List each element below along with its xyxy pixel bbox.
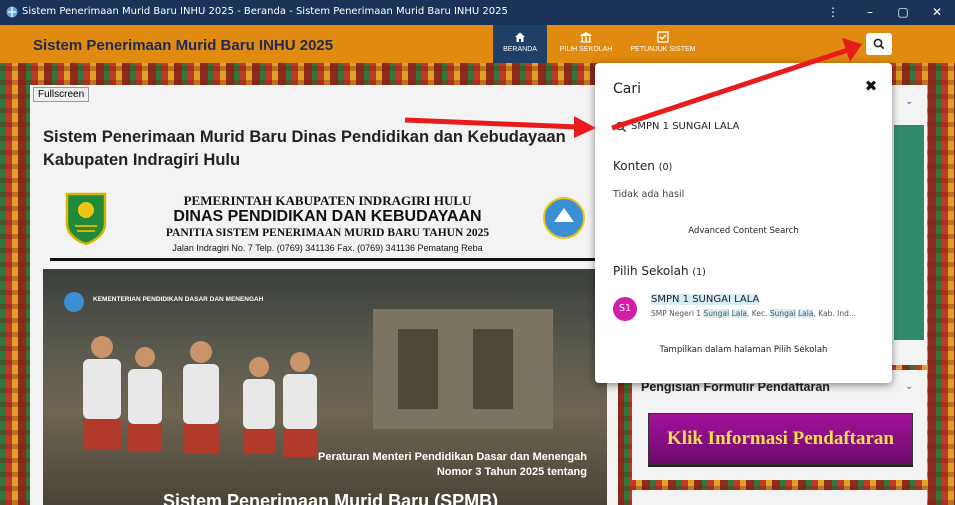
letterhead-line3: PANITIA SISTEM PENERIMAAN MURID BARU TAH… xyxy=(165,227,490,239)
pilih-sekolah-count: (1) xyxy=(692,267,706,278)
search-popup: Cari ✖ Konten (0) Tidak ada hasil Advanc… xyxy=(595,63,892,383)
chevron-down-icon[interactable]: ⌄ xyxy=(905,381,913,392)
search-input[interactable] xyxy=(631,116,861,136)
konten-label: Konten xyxy=(613,159,655,173)
search-icon xyxy=(615,121,627,133)
nav-petunjuk-sistem[interactable]: PETUNJUK SISTEM xyxy=(628,25,698,63)
advanced-search-link[interactable]: Advanced Content Search xyxy=(595,226,892,236)
konten-section-title: Konten (0) xyxy=(613,159,672,173)
pilih-sekolah-label: Pilih Sekolah xyxy=(613,264,689,278)
sidebar-banner-image xyxy=(894,125,924,340)
letterhead-address: Jalan Indragiri No. 7 Telp. (0769) 34113… xyxy=(172,243,483,253)
school-result-description: SMP Negeri 1 Sungai Lala, Kec. Sungai La… xyxy=(651,309,856,318)
window-menu-button[interactable]: ⋮ xyxy=(818,3,848,21)
window-title: Sistem Penerimaan Murid Baru INHU 2025 -… xyxy=(22,6,508,17)
hero-caption: Peraturan Menteri Pendidikan Dasar dan M… xyxy=(318,450,587,480)
hero-caption-line1: Peraturan Menteri Pendidikan Dasar dan M… xyxy=(318,451,587,463)
hero-big-title: Sistem Penerimaan Murid Baru (SPMB) xyxy=(163,491,499,505)
show-in-pilih-sekolah-link[interactable]: Tampilkan dalam halaman Pilih Sekolah xyxy=(595,345,892,355)
konten-count: (0) xyxy=(658,162,673,173)
klik-informasi-label: Klik Informasi Pendaftaran xyxy=(667,428,894,449)
top-navbar: Sistem Penerimaan Murid Baru INHU 2025 B… xyxy=(0,25,955,63)
hero-caption-line2: Nomor 3 Tahun 2025 tentang xyxy=(436,466,587,478)
minimize-button[interactable]: – xyxy=(855,3,885,21)
school-result-name[interactable]: SMPN 1 SUNGAI LALA xyxy=(651,294,760,305)
letterhead-line2: DINAS PENDIDIKAN DAN KEBUDAYAAN xyxy=(173,208,482,225)
chevron-down-icon[interactable]: ⌄ xyxy=(905,96,913,107)
hero-banner-image: KEMENTERIAN PENDIDIKAN DASAR DAN MENENGA… xyxy=(43,269,607,505)
klik-informasi-button[interactable]: Klik Informasi Pendaftaran xyxy=(648,413,913,465)
nav-beranda[interactable]: BERANDA xyxy=(493,25,547,63)
checklist-icon xyxy=(628,31,698,43)
nav-petunjuk-sistem-label: PETUNJUK SISTEM xyxy=(630,46,696,53)
nav-beranda-label: BERANDA xyxy=(503,46,537,53)
letterhead-line1: PEMERINTAH KABUPATEN INDRAGIRI HULU xyxy=(183,193,472,208)
school-avatar: S1 xyxy=(613,297,637,321)
search-popup-title: Cari xyxy=(613,81,641,97)
fullscreen-button[interactable]: Fullscreen xyxy=(33,87,90,102)
search-popup-close-button[interactable]: ✖ xyxy=(863,77,879,95)
ministry-label: KEMENTERIAN PENDIDIKAN DASAR DAN MENENGA… xyxy=(93,296,264,303)
nav-pilih-sekolah-label: PILIH SEKOLAH xyxy=(559,46,613,53)
school-icon xyxy=(555,31,617,43)
no-result-text: Tidak ada hasil xyxy=(613,189,685,200)
window-titlebar: Sistem Penerimaan Murid Baru INHU 2025 -… xyxy=(0,0,955,25)
nav-pilih-sekolah[interactable]: PILIH SEKOLAH xyxy=(555,25,617,63)
site-brand[interactable]: Sistem Penerimaan Murid Baru INHU 2025 xyxy=(33,37,333,54)
search-icon xyxy=(873,38,885,50)
pilih-sekolah-section-title: Pilih Sekolah (1) xyxy=(613,264,706,278)
letterhead-divider xyxy=(50,258,598,261)
window-close-button[interactable]: ✕ xyxy=(922,3,952,21)
tut-wuri-handayani-logo xyxy=(543,197,585,239)
maximize-button[interactable]: ▢ xyxy=(888,3,918,21)
search-button[interactable] xyxy=(866,33,892,55)
app-icon xyxy=(6,6,18,18)
home-icon xyxy=(493,31,547,43)
page-heading: Sistem Penerimaan Murid Baru Dinas Pendi… xyxy=(43,128,566,169)
sidebar-card-3 xyxy=(632,490,927,505)
letterhead: PEMERINTAH KABUPATEN INDRAGIRI HULU DINA… xyxy=(55,190,600,262)
